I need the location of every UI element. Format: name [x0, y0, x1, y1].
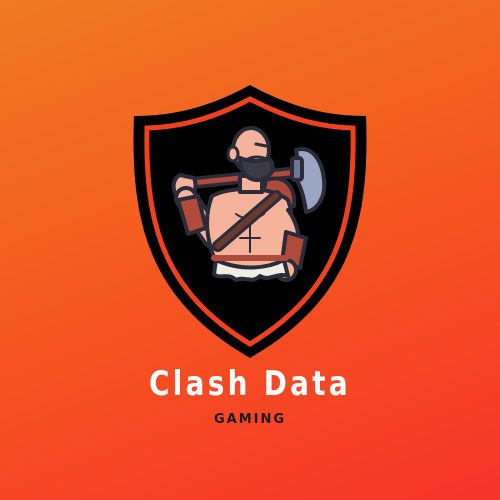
brand-name: Clash Data: [149, 364, 351, 404]
logo-canvas: Clash Data GAMING: [0, 0, 500, 500]
brand-tagline: GAMING: [213, 412, 287, 427]
